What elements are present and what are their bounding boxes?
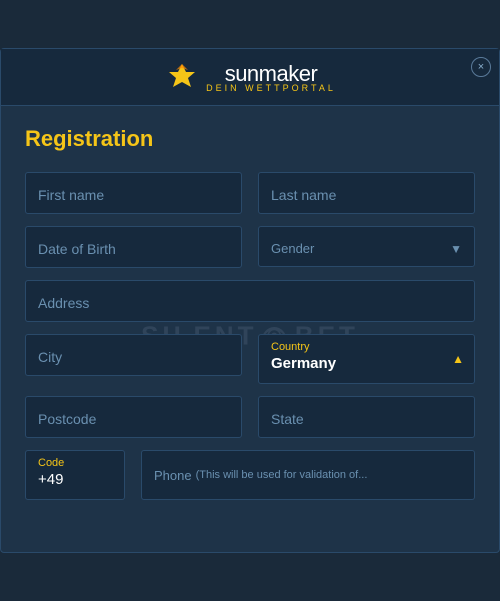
code-label: Code — [38, 457, 112, 469]
code-display: Code +49 — [25, 450, 125, 500]
chevron-down-icon: ▼ — [450, 242, 462, 256]
postcode-field — [25, 396, 242, 438]
dob-gender-row: Gender ▼ — [25, 226, 475, 268]
phone-field[interactable]: Phone (This will be used for validation … — [141, 450, 475, 500]
gender-dropdown[interactable]: Gender ▼ — [258, 226, 475, 267]
code-value: +49 — [38, 471, 63, 488]
city-field — [25, 334, 242, 384]
dob-input[interactable] — [25, 226, 242, 268]
dob-field — [25, 226, 242, 268]
country-field[interactable]: Country Germany ▲ — [258, 334, 475, 384]
state-field — [258, 396, 475, 438]
logo-subtitle: DEIN WETTPORTAL — [206, 83, 336, 93]
logo-area: sunmaker DEIN WETTPORTAL — [164, 61, 336, 93]
country-value: Germany — [271, 355, 336, 372]
postcode-input[interactable] — [25, 396, 242, 438]
phone-label: Phone — [154, 468, 192, 483]
phone-row: Code +49 Phone (This will be used for va… — [25, 450, 475, 500]
close-button[interactable]: × — [471, 57, 491, 77]
address-field — [25, 280, 475, 322]
form-container: SILENT 👁 BET Gender — [25, 172, 475, 500]
chevron-up-icon: ▲ — [452, 352, 464, 366]
modal-body: Registration SILENT 👁 BET — [1, 106, 499, 532]
first-name-field — [25, 172, 242, 214]
city-input[interactable] — [25, 334, 242, 376]
country-label: Country — [271, 341, 462, 353]
last-name-field — [258, 172, 475, 214]
last-name-input[interactable] — [258, 172, 475, 214]
name-row — [25, 172, 475, 214]
page-title: Registration — [25, 126, 475, 152]
city-country-row: Country Germany ▲ — [25, 334, 475, 384]
sun-icon — [164, 62, 200, 92]
registration-modal: sunmaker DEIN WETTPORTAL × Registration … — [0, 48, 500, 553]
phone-subtext: (This will be used for validation of... — [196, 469, 368, 481]
address-row — [25, 280, 475, 322]
code-field: Code +49 — [25, 450, 125, 500]
modal-header: sunmaker DEIN WETTPORTAL × — [1, 49, 499, 106]
first-name-input[interactable] — [25, 172, 242, 214]
address-input[interactable] — [25, 280, 475, 322]
country-dropdown[interactable]: Country Germany ▲ — [258, 334, 475, 384]
postcode-state-row — [25, 396, 475, 438]
gender-label: Gender — [271, 241, 314, 256]
gender-field[interactable]: Gender ▼ — [258, 226, 475, 268]
state-input[interactable] — [258, 396, 475, 438]
logo-group: sunmaker DEIN WETTPORTAL — [206, 61, 336, 93]
